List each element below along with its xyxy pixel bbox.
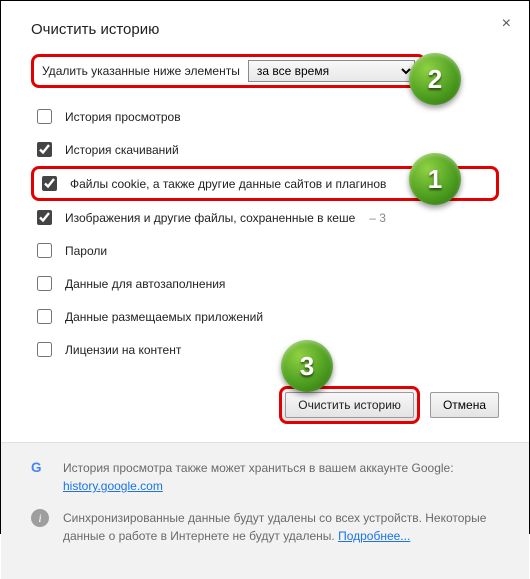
cancel-button[interactable]: Отмена (430, 392, 499, 418)
options-list: История просмотров История скачиваний Файл… (31, 100, 499, 366)
option-label: Данные для автозаполнения (65, 277, 225, 291)
option-row[interactable]: Данные для автозаполнения (31, 267, 499, 300)
timerange-row: Удалить указанные ниже элементы за все в… (31, 54, 426, 88)
timerange-label: Удалить указанные ниже элементы (42, 64, 240, 78)
option-row[interactable]: Данные размещаемых приложений (31, 300, 499, 333)
option-label: Данные размещаемых приложений (65, 310, 263, 324)
option-row[interactable]: История просмотров (31, 100, 499, 133)
option-suffix: – 3 (369, 211, 386, 225)
sync-note: Синхронизированные данные будут удалены … (63, 509, 499, 545)
option-checkbox[interactable] (37, 142, 52, 157)
timerange-select[interactable]: за все время (248, 60, 415, 82)
close-icon[interactable]: × (502, 15, 511, 33)
clear-button[interactable]: Очистить историю (285, 392, 414, 418)
annotation-badge-3: 3 (281, 340, 333, 392)
svg-text:G: G (31, 460, 42, 475)
option-checkbox[interactable] (37, 342, 52, 357)
button-row: Очистить историю Отмена (31, 386, 499, 424)
option-checkbox[interactable] (37, 210, 52, 225)
google-history-link[interactable]: history.google.com (63, 479, 163, 493)
option-label: История просмотров (65, 110, 181, 124)
option-checkbox[interactable] (37, 309, 52, 324)
dialog-footer: G История просмотра также может хранитьс… (1, 442, 529, 579)
option-checkbox[interactable] (37, 109, 52, 124)
option-label: Лицензии на контент (65, 343, 181, 357)
dialog-title: Очистить историю (31, 21, 499, 38)
google-logo-icon: G (31, 459, 49, 477)
google-note: История просмотра также может храниться … (63, 459, 454, 495)
info-icon: i (31, 509, 49, 527)
annotation-badge-1: 1 (409, 153, 461, 205)
option-checkbox[interactable] (37, 243, 52, 258)
option-row[interactable]: Изображения и другие файлы, сохраненные … (31, 201, 499, 234)
option-checkbox[interactable] (42, 176, 57, 191)
option-label: История скачиваний (65, 143, 179, 157)
annotation-badge-2: 2 (409, 53, 461, 105)
option-checkbox[interactable] (37, 276, 52, 291)
learn-more-link[interactable]: Подробнее... (338, 529, 410, 543)
option-label: Изображения и другие файлы, сохраненные … (65, 211, 355, 225)
clear-button-highlight: Очистить историю (279, 386, 420, 424)
option-label: Файлы cookie, а также другие данные сайт… (70, 177, 386, 191)
option-label: Пароли (65, 244, 107, 258)
option-row[interactable]: Лицензии на контент (31, 333, 499, 366)
option-row[interactable]: Пароли (31, 234, 499, 267)
